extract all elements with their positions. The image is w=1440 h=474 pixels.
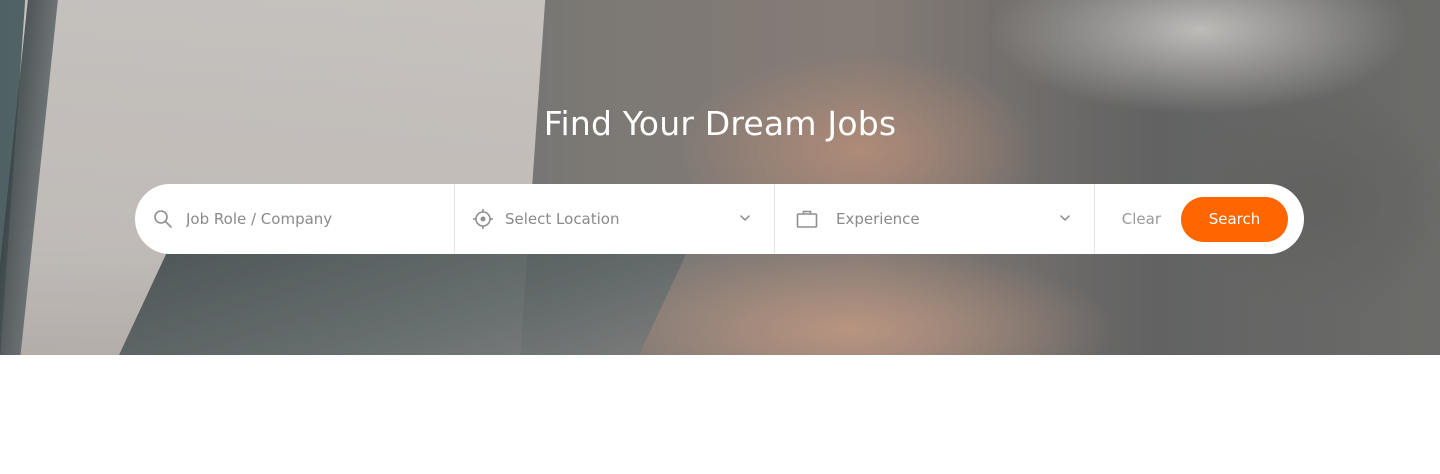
- crosshair-icon: [472, 208, 494, 230]
- chevron-down-icon: [1058, 211, 1072, 230]
- keyword-field[interactable]: [135, 184, 455, 254]
- hero-overlay: [0, 0, 1440, 355]
- location-select-label: Select Location: [505, 210, 620, 228]
- search-actions: Clear Search: [1095, 184, 1304, 254]
- chevron-down-icon: [738, 211, 752, 230]
- location-select[interactable]: Select Location: [455, 184, 775, 254]
- clear-button[interactable]: Clear: [1122, 210, 1161, 228]
- search-button[interactable]: Search: [1181, 196, 1288, 242]
- experience-select[interactable]: Experience: [775, 184, 1095, 254]
- experience-select-label: Experience: [836, 210, 920, 228]
- search-icon: [153, 209, 173, 229]
- briefcase-icon: [796, 209, 818, 229]
- hero-title: Find Your Dream Jobs: [543, 104, 897, 143]
- job-search-bar: Select Location Experience: [135, 184, 1304, 254]
- hero-banner: Find Your Dream Jobs Job Role / Company …: [0, 0, 1440, 355]
- keyword-input[interactable]: [186, 210, 406, 228]
